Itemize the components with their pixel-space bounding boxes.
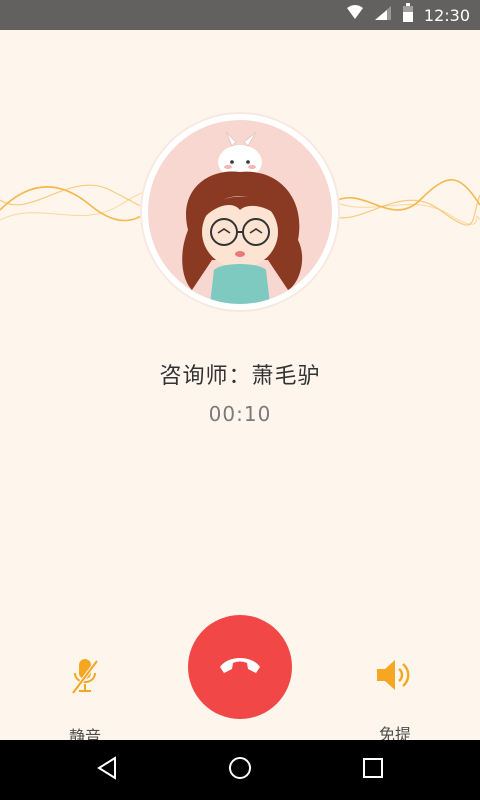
hangup-button[interactable]: [188, 615, 292, 719]
wifi-icon: [346, 5, 364, 25]
mute-button[interactable]: 静音: [55, 657, 115, 747]
home-icon: [228, 756, 252, 784]
recent-apps-button[interactable]: [357, 754, 389, 786]
speaker-button[interactable]: 免提: [365, 657, 425, 745]
status-time: 12:30: [423, 5, 470, 25]
speaker-icon: [375, 657, 415, 697]
cartoon-girl-avatar: [182, 131, 303, 304]
call-screen: 咨询师：萧毛驴 00:10 静音 免提: [0, 30, 480, 746]
recent-apps-icon: [361, 756, 385, 784]
home-button[interactable]: [224, 754, 256, 786]
cellular-signal-icon: [374, 5, 392, 25]
battery-icon: [402, 3, 414, 27]
back-icon: [95, 756, 119, 784]
back-button[interactable]: [91, 754, 123, 786]
avatar: [148, 120, 332, 304]
status-icons: 12:30: [346, 0, 470, 30]
consultant-avatar-frame: [140, 112, 340, 312]
consultant-name: 咨询师：萧毛驴: [159, 364, 321, 389]
call-duration: 00:10: [208, 402, 272, 426]
call-controls: 静音 免提: [0, 615, 480, 747]
microphone-muted-icon: [70, 657, 100, 699]
phone-hangup-icon: [218, 655, 262, 679]
status-bar: 12:30: [0, 0, 480, 30]
navigation-bar: [0, 740, 480, 800]
